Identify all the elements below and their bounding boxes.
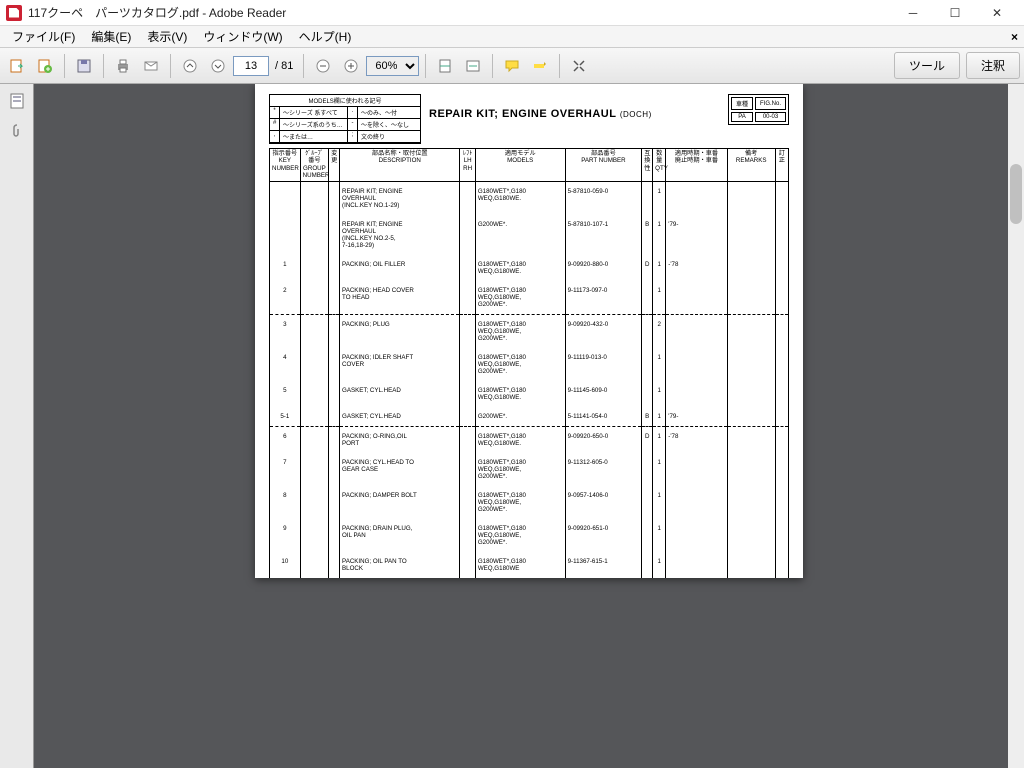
models-legend-box: MODELS欄に使われる記号 *～シリーズ 系すべて.～のみ、～付#～シリーズ系… bbox=[269, 94, 421, 144]
zoom-out-icon[interactable] bbox=[310, 53, 336, 79]
export-pdf-icon[interactable] bbox=[4, 53, 30, 79]
page-up-icon[interactable] bbox=[177, 53, 203, 79]
table-row: 9PACKING; DRAIN PLUG, OIL PANG180WET*,G1… bbox=[270, 519, 789, 552]
window-title: 117クーペ パーツカタログ.pdf - Adobe Reader bbox=[28, 4, 286, 21]
page-total-label: / 81 bbox=[275, 60, 293, 72]
tools-button[interactable]: ツール bbox=[894, 52, 960, 79]
toolbar: / 81 60% ツール 注釈 bbox=[0, 48, 1024, 84]
fit-width-icon[interactable] bbox=[460, 53, 486, 79]
menu-window[interactable]: ウィンドウ(W) bbox=[195, 26, 290, 47]
table-row: 3PACKING; PLUGG180WET*,G180WEQ,G180WE,G2… bbox=[270, 315, 789, 348]
highlight-icon[interactable] bbox=[527, 53, 553, 79]
parts-table: 指示番号KEYNUMBERｸﾞﾙｰﾌﾟ番号GROUPNUMBER変更部品名称・取… bbox=[269, 148, 789, 578]
attachments-icon[interactable] bbox=[6, 120, 28, 142]
menu-view[interactable]: 表示(V) bbox=[139, 26, 195, 47]
create-pdf-icon[interactable] bbox=[32, 53, 58, 79]
workspace: MODELS欄に使われる記号 *～シリーズ 系すべて.～のみ、～付#～シリーズ系… bbox=[0, 84, 1024, 768]
vertical-scrollbar[interactable] bbox=[1008, 84, 1024, 768]
window-titlebar: 117クーペ パーツカタログ.pdf - Adobe Reader ─ ☐ ✕ bbox=[0, 0, 1024, 26]
side-panel bbox=[0, 84, 34, 768]
table-row: 2PACKING; HEAD COVER TO HEADG180WET*,G18… bbox=[270, 281, 789, 315]
close-button[interactable]: ✕ bbox=[976, 0, 1018, 26]
read-mode-icon[interactable] bbox=[566, 53, 592, 79]
page-down-icon[interactable] bbox=[205, 53, 231, 79]
thumbnails-icon[interactable] bbox=[6, 90, 28, 112]
maximize-button[interactable]: ☐ bbox=[934, 0, 976, 26]
menu-edit[interactable]: 編集(E) bbox=[83, 26, 139, 47]
table-row: 7PACKING; CYL.HEAD TO GEAR CASEG180WET*,… bbox=[270, 453, 789, 486]
menu-help[interactable]: ヘルプ(H) bbox=[291, 26, 360, 47]
email-icon[interactable] bbox=[138, 53, 164, 79]
comment-icon[interactable] bbox=[499, 53, 525, 79]
pdf-icon bbox=[6, 5, 22, 21]
menubar-close-icon[interactable]: × bbox=[1011, 30, 1018, 44]
table-row: 5-1GASKET; CYL.HEADG200WE*.5-11141-054-0… bbox=[270, 407, 789, 427]
table-row: 5GASKET; CYL.HEADG180WET*,G180WEQ,G180WE… bbox=[270, 381, 789, 407]
zoom-in-icon[interactable] bbox=[338, 53, 364, 79]
table-row: REPAIR KIT; ENGINE OVERHAUL (INCL.KEY NO… bbox=[270, 181, 789, 215]
scroll-thumb[interactable] bbox=[1010, 164, 1022, 224]
fig-number-box: 車種FIG.No. PA00-03 bbox=[728, 94, 789, 125]
table-row: 8PACKING; DAMPER BOLTG180WET*,G180WEQ,G1… bbox=[270, 486, 789, 519]
document-viewer[interactable]: MODELS欄に使われる記号 *～シリーズ 系すべて.～のみ、～付#～シリーズ系… bbox=[34, 84, 1024, 768]
fit-page-icon[interactable] bbox=[432, 53, 458, 79]
table-row: 6PACKING; O-RING,OIL PORTG180WET*,G180WE… bbox=[270, 427, 789, 453]
pdf-page: MODELS欄に使われる記号 *～シリーズ 系すべて.～のみ、～付#～シリーズ系… bbox=[255, 84, 803, 578]
table-row: 4PACKING; IDLER SHAFT COVERG180WET*,G180… bbox=[270, 348, 789, 381]
comment-button[interactable]: 注釈 bbox=[966, 52, 1020, 79]
zoom-select[interactable]: 60% bbox=[366, 56, 419, 76]
document-title: REPAIR KIT; ENGINE OVERHAUL (DOCH) bbox=[429, 108, 652, 120]
menubar: ファイル(F) 編集(E) 表示(V) ウィンドウ(W) ヘルプ(H) × bbox=[0, 26, 1024, 48]
print-icon[interactable] bbox=[110, 53, 136, 79]
table-row: 10PACKING; OIL PAN TO BLOCKG180WET*,G180… bbox=[270, 552, 789, 578]
menu-file[interactable]: ファイル(F) bbox=[4, 26, 83, 47]
table-row: 1PACKING; OIL FILLERG180WET*,G180WEQ,G18… bbox=[270, 255, 789, 281]
minimize-button[interactable]: ─ bbox=[892, 0, 934, 26]
page-number-input[interactable] bbox=[233, 56, 269, 76]
table-row: REPAIR KIT; ENGINE OVERHAUL (INCL.KEY NO… bbox=[270, 215, 789, 255]
save-icon[interactable] bbox=[71, 53, 97, 79]
